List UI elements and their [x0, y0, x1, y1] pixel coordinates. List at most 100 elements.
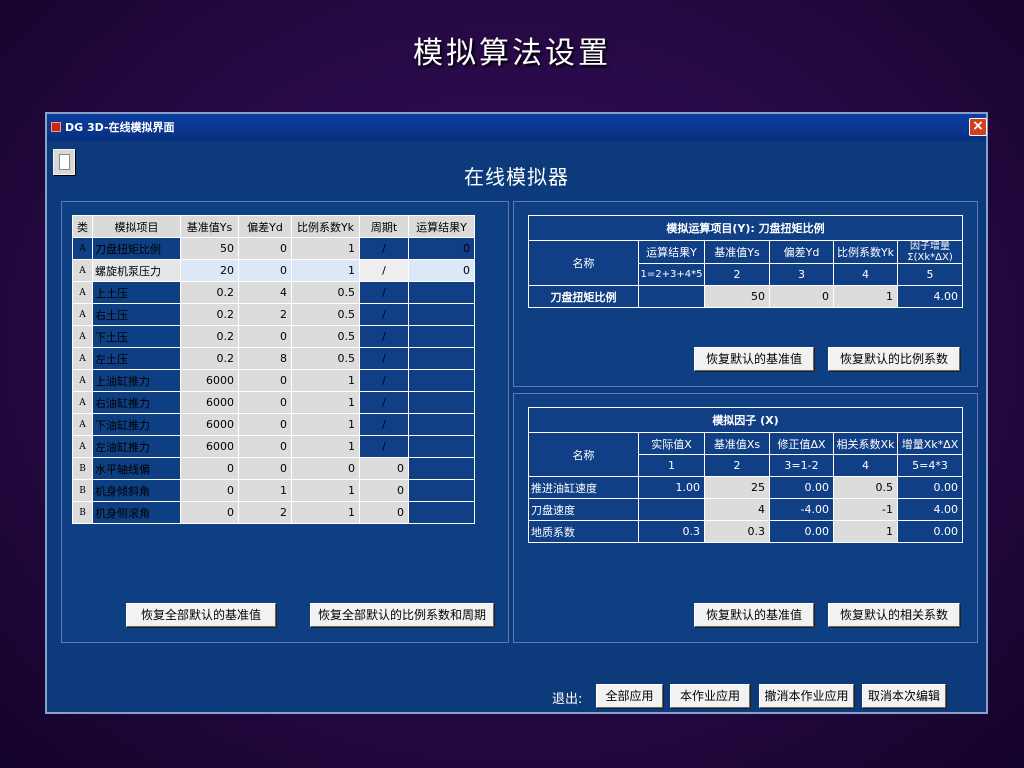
row-item-name[interactable]: 螺旋机泵压力	[92, 259, 181, 282]
row-deviation[interactable]: 0	[238, 413, 292, 436]
restore-default-base-button[interactable]: 恢复默认的基准值	[694, 347, 814, 371]
row-deviation[interactable]: 0	[238, 237, 292, 260]
row-period[interactable]: /	[359, 325, 409, 348]
table-row[interactable]: B 机身侧滚角 0 2 1 0	[72, 501, 475, 524]
row-base-value[interactable]: 0	[180, 457, 239, 480]
row-period[interactable]: /	[359, 347, 409, 370]
row-base-value[interactable]: 50	[180, 237, 239, 260]
row-deviation[interactable]: 2	[238, 501, 292, 524]
row-base-value[interactable]: 6000	[180, 435, 239, 458]
row-period[interactable]: /	[359, 369, 409, 392]
row-period[interactable]: 0	[359, 479, 409, 502]
row-ratio[interactable]: 1	[291, 479, 360, 502]
row-item-name[interactable]: 右油缸推力	[92, 391, 181, 414]
row-item-name[interactable]: 左油缸推力	[92, 435, 181, 458]
row-deviation[interactable]: 0	[238, 369, 292, 392]
row-deviation[interactable]: 0	[238, 435, 292, 458]
row-period[interactable]: /	[359, 281, 409, 304]
cancel-edit-button[interactable]: 取消本次编辑	[862, 684, 946, 708]
row-base-value[interactable]: 6000	[180, 391, 239, 414]
factor-base[interactable]: 0.3	[704, 520, 770, 543]
row-base-value[interactable]: 20	[180, 259, 239, 282]
table-row[interactable]: B 机身倾斜角 0 1 1 0	[72, 479, 475, 502]
row-base-value[interactable]: 0	[180, 479, 239, 502]
operation-base-value[interactable]: 50	[704, 285, 770, 308]
table-row[interactable]: A 下土压 0.2 0 0.5 /	[72, 325, 475, 348]
row-ratio[interactable]: 1	[291, 237, 360, 260]
table-row[interactable]: A 右油缸推力 6000 0 1 /	[72, 391, 475, 414]
operation-ratio[interactable]: 1	[833, 285, 898, 308]
row-ratio[interactable]: 1	[291, 369, 360, 392]
row-item-name[interactable]: 刀盘扭矩比例	[92, 237, 181, 260]
restore-default-base-button[interactable]: 恢复默认的基准值	[694, 603, 814, 627]
row-ratio[interactable]: 0	[291, 457, 360, 480]
apply-job-button[interactable]: 本作业应用	[670, 684, 750, 708]
row-item-name[interactable]: 机身倾斜角	[92, 479, 181, 502]
header-result[interactable]: 运算结果Y	[408, 215, 475, 238]
row-ratio[interactable]: 0.5	[291, 281, 360, 304]
row-period[interactable]: /	[359, 391, 409, 414]
row-period[interactable]: /	[359, 413, 409, 436]
row-deviation[interactable]: 0	[238, 457, 292, 480]
row-ratio[interactable]: 1	[291, 501, 360, 524]
row-base-value[interactable]: 0.2	[180, 281, 239, 304]
row-deviation[interactable]: 0	[238, 259, 292, 282]
header-item[interactable]: 模拟项目	[92, 215, 181, 238]
row-item-name[interactable]: 下油缸推力	[92, 413, 181, 436]
table-row[interactable]: A 螺旋机泵压力 20 0 1 / 0	[72, 259, 475, 282]
row-item-name[interactable]: 左土压	[92, 347, 181, 370]
row-item-name[interactable]: 下土压	[92, 325, 181, 348]
row-period[interactable]: /	[359, 237, 409, 260]
table-row[interactable]: A 左油缸推力 6000 0 1 /	[72, 435, 475, 458]
row-period[interactable]: /	[359, 303, 409, 326]
row-ratio[interactable]: 1	[291, 413, 360, 436]
header-cat[interactable]: 类	[72, 215, 93, 238]
factor-base[interactable]: 25	[704, 476, 770, 499]
row-item-name[interactable]: 机身侧滚角	[92, 501, 181, 524]
row-item-name[interactable]: 右土压	[92, 303, 181, 326]
row-base-value[interactable]: 0.2	[180, 325, 239, 348]
factor-coefficient[interactable]: -1	[833, 498, 898, 521]
table-row[interactable]: A 上土压 0.2 4 0.5 /	[72, 281, 475, 304]
table-row[interactable]: A 左土压 0.2 8 0.5 /	[72, 347, 475, 370]
cancel-job-apply-button[interactable]: 撤消本作业应用	[759, 684, 854, 708]
factor-row[interactable]: 推进油缸速度 1.00 25 0.00 0.5 0.00	[528, 476, 963, 499]
row-period[interactable]: /	[359, 435, 409, 458]
factor-coefficient[interactable]: 1	[833, 520, 898, 543]
row-period[interactable]: /	[359, 259, 409, 282]
table-row[interactable]: A 右土压 0.2 2 0.5 /	[72, 303, 475, 326]
row-deviation[interactable]: 0	[238, 391, 292, 414]
header-ratio[interactable]: 比例系数Yk	[291, 215, 360, 238]
factor-row[interactable]: 地质系数 0.3 0.3 0.00 1 0.00	[528, 520, 963, 543]
restore-default-ratio-button[interactable]: 恢复默认的比例系数	[828, 347, 960, 371]
factor-coefficient[interactable]: 0.5	[833, 476, 898, 499]
row-deviation[interactable]: 4	[238, 281, 292, 304]
row-item-name[interactable]: 上油缸推力	[92, 369, 181, 392]
row-deviation[interactable]: 8	[238, 347, 292, 370]
row-base-value[interactable]: 0.2	[180, 303, 239, 326]
apply-all-button[interactable]: 全部应用	[596, 684, 663, 708]
table-row[interactable]: A 上油缸推力 6000 0 1 /	[72, 369, 475, 392]
header-period[interactable]: 周期t	[359, 215, 409, 238]
row-item-name[interactable]: 上土压	[92, 281, 181, 304]
row-period[interactable]: 0	[359, 457, 409, 480]
close-button[interactable]: ×	[969, 118, 987, 136]
header-dev[interactable]: 偏差Yd	[238, 215, 292, 238]
row-base-value[interactable]: 6000	[180, 369, 239, 392]
factor-base[interactable]: 4	[704, 498, 770, 521]
table-row[interactable]: B 水平轴线偏 0 0 0 0	[72, 457, 475, 480]
restore-all-ratio-period-button[interactable]: 恢复全部默认的比例系数和周期	[310, 603, 494, 627]
table-row[interactable]: A 刀盘扭矩比例 50 0 1 / 0	[72, 237, 475, 260]
restore-all-base-button[interactable]: 恢复全部默认的基准值	[126, 603, 276, 627]
row-ratio[interactable]: 0.5	[291, 303, 360, 326]
row-deviation[interactable]: 0	[238, 325, 292, 348]
row-base-value[interactable]: 6000	[180, 413, 239, 436]
restore-default-coefficient-button[interactable]: 恢复默认的相关系数	[828, 603, 960, 627]
row-ratio[interactable]: 1	[291, 259, 360, 282]
row-ratio[interactable]: 0.5	[291, 325, 360, 348]
row-deviation[interactable]: 2	[238, 303, 292, 326]
row-item-name[interactable]: 水平轴线偏	[92, 457, 181, 480]
header-base[interactable]: 基准值Ys	[180, 215, 239, 238]
row-base-value[interactable]: 0	[180, 501, 239, 524]
row-deviation[interactable]: 1	[238, 479, 292, 502]
